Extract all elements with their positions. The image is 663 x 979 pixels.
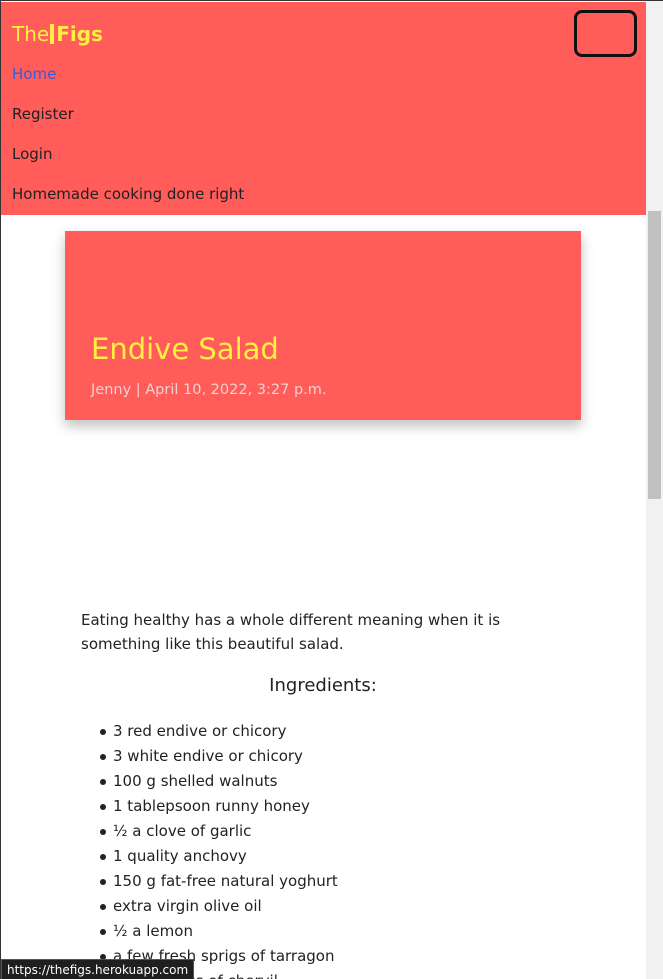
ingredient-item: ½ a lemon [100, 919, 338, 944]
brand-logo[interactable]: The Figs [12, 22, 103, 46]
ingredient-item: 3 red endive or chicory [100, 719, 338, 744]
navbar-toggler-button[interactable] [574, 10, 637, 57]
nav-link-tagline[interactable]: Homemade cooking done right [12, 185, 244, 203]
ingredient-item: extra virgin olive oil [100, 894, 338, 919]
post-intro: Eating healthy has a whole different mea… [81, 611, 501, 653]
ingredient-item: ½ a clove of garlic [100, 819, 338, 844]
post-title: Endive Salad [91, 332, 279, 366]
brand-figs: Figs [56, 22, 103, 46]
ingredients-list: 3 red endive or chicory 3 white endive o… [100, 719, 338, 979]
nav-link-login[interactable]: Login [12, 145, 52, 163]
ingredient-item: 150 g fat-free natural yoghurt [100, 869, 338, 894]
brand-the: The [12, 22, 50, 46]
ingredient-item: 100 g shelled walnuts [100, 769, 338, 794]
post-header-card: Endive Salad Jenny | April 10, 2022, 3:2… [65, 231, 581, 420]
navbar: The Figs Home Register Login Homemade coo… [1, 2, 646, 215]
status-bar-url: https://thefigs.herokuapp.com [1, 959, 195, 979]
brand-divider [50, 24, 55, 44]
ingredients-heading: Ingredients: [269, 675, 377, 696]
post-meta: Jenny | April 10, 2022, 3:27 p.m. [91, 382, 327, 398]
page-scrollbar[interactable] [646, 1, 663, 979]
ingredient-item: 3 white endive or chicory [100, 744, 338, 769]
nav-link-home[interactable]: Home [12, 65, 56, 83]
ingredient-item: 1 tablepsoon runny honey [100, 794, 338, 819]
ingredient-item: 1 quality anchovy [100, 844, 338, 869]
nav-link-register[interactable]: Register [12, 105, 74, 123]
scrollbar-thumb[interactable] [648, 211, 661, 499]
